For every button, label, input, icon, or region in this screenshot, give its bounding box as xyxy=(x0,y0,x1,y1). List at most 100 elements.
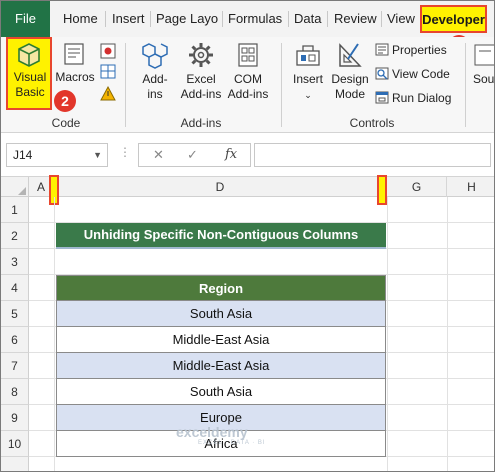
macros-button[interactable]: Macros xyxy=(54,41,96,85)
design-mode-label-line1: Design xyxy=(331,72,369,86)
com-addins-icon xyxy=(238,43,258,67)
visual-basic-label-line2: Basic xyxy=(15,85,45,99)
group-divider xyxy=(281,43,282,127)
run-dialog-icon xyxy=(375,91,389,104)
tab-divider xyxy=(150,11,151,27)
insert-controls-label: Insert xyxy=(292,72,323,86)
run-dialog-label: Run Dialog xyxy=(392,91,452,105)
properties-label: Properties xyxy=(392,43,447,57)
gear-icon xyxy=(189,43,213,67)
design-mode-icon xyxy=(339,43,362,67)
formula-bar-area: J14 ▼ ⋮ ✕ ✓ fx xyxy=(1,133,494,177)
row-header-11[interactable] xyxy=(1,457,29,471)
column-header-h[interactable]: H xyxy=(447,177,494,197)
sheet-title-cell[interactable]: Unhiding Specific Non-Contiguous Columns xyxy=(56,223,386,249)
row-header-7[interactable]: 7 xyxy=(1,353,29,379)
addins-label-line1: Add- xyxy=(142,72,168,86)
macros-label: Macros xyxy=(55,70,95,84)
view-code-label: View Code xyxy=(392,67,450,81)
formula-buttons: ✕ ✓ fx xyxy=(138,143,251,167)
visual-basic-label-line1: Visual xyxy=(13,70,47,84)
watermark-brand: exceldemy xyxy=(176,424,248,440)
table-cell-region[interactable]: Middle-East Asia xyxy=(56,353,386,379)
chevron-down-icon: ⌄ xyxy=(304,90,312,100)
formula-input[interactable] xyxy=(254,143,491,167)
row-header-2[interactable]: 2 xyxy=(1,223,29,249)
code-group-label: Code xyxy=(51,116,81,130)
row-header-10[interactable]: 10 xyxy=(1,431,29,457)
tab-home[interactable]: Home xyxy=(63,1,98,37)
visual-basic-button[interactable]: Visual Basic xyxy=(8,41,52,100)
row-header-4[interactable]: 4 xyxy=(1,275,29,301)
more-options-icon[interactable]: ⋮ xyxy=(119,145,131,159)
addins-label-line2: ins xyxy=(147,87,163,101)
tab-divider xyxy=(288,11,289,27)
excel-addins-label-line1: Excel xyxy=(186,72,216,86)
column-headers: A D G H xyxy=(1,177,494,197)
group-divider xyxy=(125,43,126,127)
exceldemy-watermark: exceldemy EXCEL · DATA · BI xyxy=(176,424,266,446)
excel-window: File Home Insert Page Layo Formulas Data… xyxy=(0,0,495,472)
run-dialog-button[interactable]: Run Dialog xyxy=(375,89,451,107)
tab-divider xyxy=(222,11,223,27)
addins-button[interactable]: Add- ins xyxy=(135,41,175,102)
cancel-icon[interactable]: ✕ xyxy=(153,147,164,163)
tab-formulas[interactable]: Formulas xyxy=(228,1,282,37)
tab-divider xyxy=(327,11,328,27)
group-divider xyxy=(465,43,466,127)
row-header-3[interactable]: 3 xyxy=(1,249,29,275)
tab-view[interactable]: View xyxy=(387,1,415,37)
row-header-5[interactable]: 5 xyxy=(1,301,29,327)
view-code-button[interactable]: View Code xyxy=(375,65,450,83)
toolbox-icon xyxy=(296,45,320,66)
properties-icon xyxy=(375,43,389,56)
column-header-d[interactable]: D xyxy=(54,177,387,197)
tab-review[interactable]: Review xyxy=(334,1,377,37)
tab-insert[interactable]: Insert xyxy=(112,1,145,37)
design-mode-button[interactable]: Design Mode xyxy=(330,41,370,102)
excel-addins-button[interactable]: Excel Add-ins xyxy=(178,41,224,102)
record-macro-icons[interactable] xyxy=(99,43,117,103)
tab-data[interactable]: Data xyxy=(294,1,321,37)
ribbon-developer: Visual Basic Macros Code Add- ins Excel … xyxy=(1,37,495,133)
watermark-tagline: EXCEL · DATA · BI xyxy=(198,440,266,446)
enter-icon[interactable]: ✓ xyxy=(187,147,198,163)
table-cell-region[interactable]: Middle-East Asia xyxy=(56,327,386,353)
view-code-icon xyxy=(375,67,389,80)
tab-divider xyxy=(105,11,106,27)
tab-page-layout[interactable]: Page Layo xyxy=(156,1,218,37)
row-header-6[interactable]: 6 xyxy=(1,327,29,353)
select-all-triangle xyxy=(18,187,26,195)
source-label: Sou xyxy=(473,72,495,86)
name-box[interactable]: J14 ▼ xyxy=(6,143,108,167)
source-icon xyxy=(474,44,494,66)
properties-button[interactable]: Properties xyxy=(375,41,447,59)
tab-divider xyxy=(381,11,382,27)
column-header-g[interactable]: G xyxy=(387,177,447,197)
tab-file[interactable]: File xyxy=(1,1,50,37)
macros-icon xyxy=(64,43,84,65)
source-button[interactable]: Sou xyxy=(473,41,495,87)
chevron-down-icon[interactable]: ▼ xyxy=(93,144,102,166)
table-header-region[interactable]: Region xyxy=(56,275,386,301)
select-all-button[interactable] xyxy=(1,177,29,197)
row-header-9[interactable]: 9 xyxy=(1,405,29,431)
addins-hexagon-icon xyxy=(142,43,168,69)
controls-group-label: Controls xyxy=(349,116,395,130)
com-addins-button[interactable]: COM Add-ins xyxy=(225,41,271,102)
design-mode-label-line2: Mode xyxy=(334,87,366,101)
ribbon-tab-bar: File Home Insert Page Layo Formulas Data… xyxy=(1,1,494,37)
row-header-1[interactable]: 1 xyxy=(1,197,29,223)
insert-function-icon[interactable]: fx xyxy=(225,147,237,162)
com-addins-label-line1: COM xyxy=(234,72,262,86)
step-badge-2: 2 xyxy=(54,90,76,112)
addins-group-label: Add-ins xyxy=(180,116,222,130)
row-header-8[interactable]: 8 xyxy=(1,379,29,405)
insert-controls-button[interactable]: Insert ⌄ xyxy=(287,41,329,103)
tab-developer[interactable]: Developer xyxy=(420,5,487,33)
visual-basic-icon xyxy=(18,43,40,67)
com-addins-label-line2: Add-ins xyxy=(227,87,269,101)
table-cell-region[interactable]: South Asia xyxy=(56,379,386,405)
table-cell-region[interactable]: South Asia xyxy=(56,301,386,327)
name-box-value: J14 xyxy=(13,148,33,162)
